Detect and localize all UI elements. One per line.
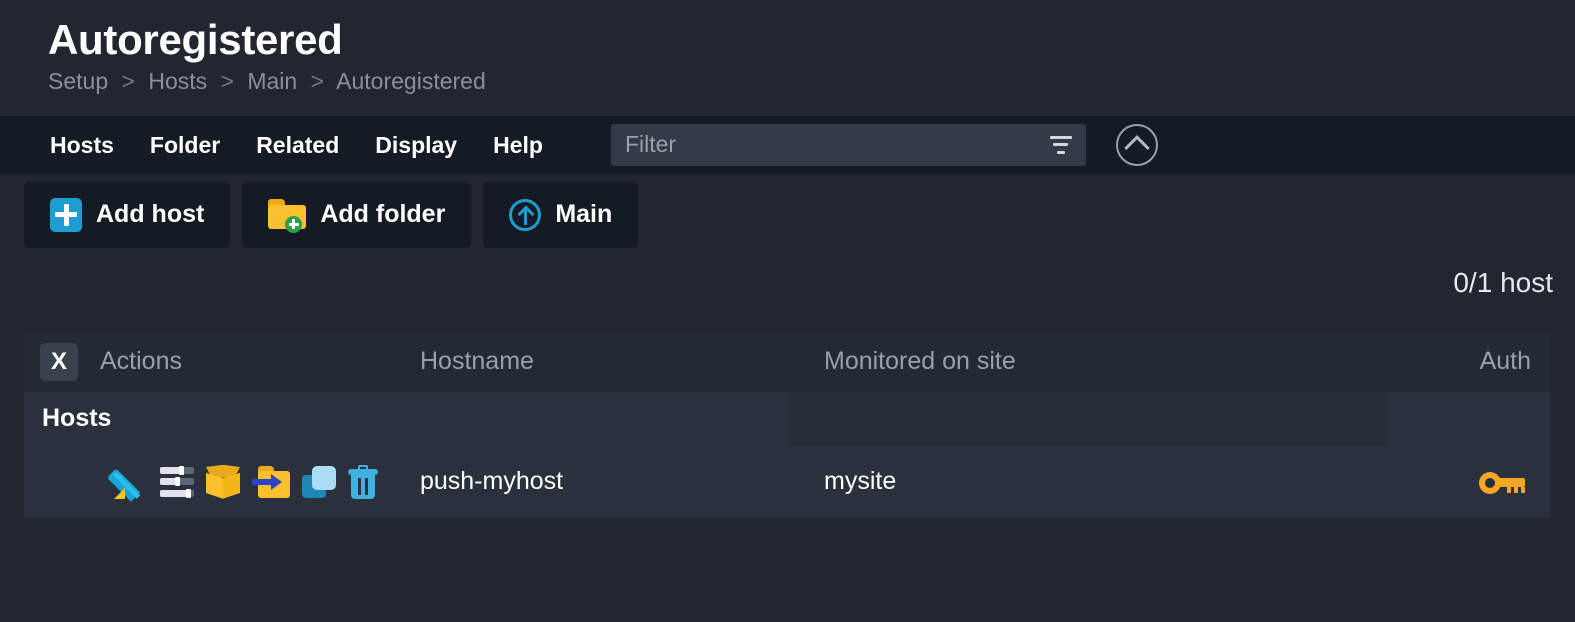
breadcrumb: Setup > Hosts > Main > Autoregistered	[48, 68, 1575, 96]
clone-icon[interactable]	[302, 466, 336, 498]
column-header-actions[interactable]: Actions	[100, 332, 420, 392]
host-count: 0/1 host	[1453, 267, 1553, 299]
row-hostname[interactable]: push-myhost	[420, 446, 788, 518]
add-folder-icon	[268, 199, 306, 231]
breadcrumb-item-setup[interactable]: Setup	[48, 68, 108, 94]
row-action-icons	[100, 465, 420, 499]
breadcrumb-separator: >	[304, 68, 331, 94]
column-header-hostname[interactable]: Hostname	[420, 332, 788, 392]
hosts-table-wrapper: Hosts X Actions Hostname Monitored on si…	[24, 332, 1551, 518]
row-actions-cell	[100, 446, 420, 518]
breadcrumb-separator: >	[115, 68, 142, 94]
main-label: Main	[555, 200, 612, 229]
menu-item-display[interactable]: Display	[357, 116, 475, 174]
add-host-label: Add host	[96, 200, 204, 229]
move-to-folder-icon[interactable]	[252, 466, 290, 498]
table-row: push-myhost mysite	[24, 446, 1551, 518]
search-input[interactable]	[611, 124, 1086, 166]
row-select-cell	[24, 446, 100, 518]
page-title: Autoregistered	[48, 18, 1575, 62]
add-host-button[interactable]: Add host	[24, 182, 230, 248]
select-all-checkbox[interactable]: X	[40, 343, 78, 381]
table-body: push-myhost mysite	[24, 446, 1551, 518]
delete-trash-icon[interactable]	[348, 465, 378, 499]
package-box-icon[interactable]	[206, 465, 240, 499]
row-auth-cell	[1388, 446, 1551, 518]
up-arrow-circle-icon	[509, 199, 541, 231]
hosts-table: Hosts X Actions Hostname Monitored on si…	[24, 332, 1551, 518]
menu-item-help[interactable]: Help	[475, 116, 561, 174]
table-title-row: Hosts	[24, 392, 1551, 446]
add-host-icon	[50, 198, 82, 232]
host-count-row: 0/1 host	[0, 248, 1575, 318]
column-header-select-all: X	[24, 332, 100, 392]
menu-item-hosts[interactable]: Hosts	[30, 116, 132, 174]
chevron-up-icon	[1124, 135, 1149, 160]
key-icon	[1479, 472, 1525, 494]
add-folder-label: Add folder	[320, 200, 445, 229]
breadcrumb-separator: >	[214, 68, 241, 94]
table-title: Hosts	[24, 404, 111, 432]
menu-item-folder[interactable]: Folder	[132, 116, 238, 174]
table-header-row: X Actions Hostname Monitored on site Aut…	[24, 332, 1551, 392]
row-monitored-on-site: mysite	[788, 446, 1388, 518]
properties-sliders-icon[interactable]	[160, 467, 194, 497]
add-folder-button[interactable]: Add folder	[242, 182, 471, 248]
breadcrumb-item-main[interactable]: Main	[247, 68, 297, 94]
filter-field-wrapper	[611, 124, 1086, 166]
table-title-spacer-mid	[788, 392, 1388, 446]
menu-item-related[interactable]: Related	[238, 116, 357, 174]
action-button-bar: Add host Add folder Main	[0, 182, 1575, 248]
column-header-monitored-on-site[interactable]: Monitored on site	[788, 332, 1388, 392]
collapse-toggle-button[interactable]	[1116, 124, 1158, 166]
edit-pencil-icon[interactable]	[114, 465, 148, 499]
table-title-cell: Hosts	[24, 392, 788, 446]
breadcrumb-item-hosts[interactable]: Hosts	[148, 68, 207, 94]
table-title-spacer-right	[1388, 392, 1551, 446]
main-folder-button[interactable]: Main	[483, 182, 638, 248]
breadcrumb-item-autoregistered[interactable]: Autoregistered	[336, 68, 486, 94]
table-header: X Actions Hostname Monitored on site Aut…	[24, 332, 1551, 392]
page-header: Autoregistered Setup > Hosts > Main > Au…	[0, 0, 1575, 96]
menu-bar: Hosts Folder Related Display Help	[0, 116, 1575, 174]
column-header-auth[interactable]: Auth	[1388, 332, 1551, 392]
